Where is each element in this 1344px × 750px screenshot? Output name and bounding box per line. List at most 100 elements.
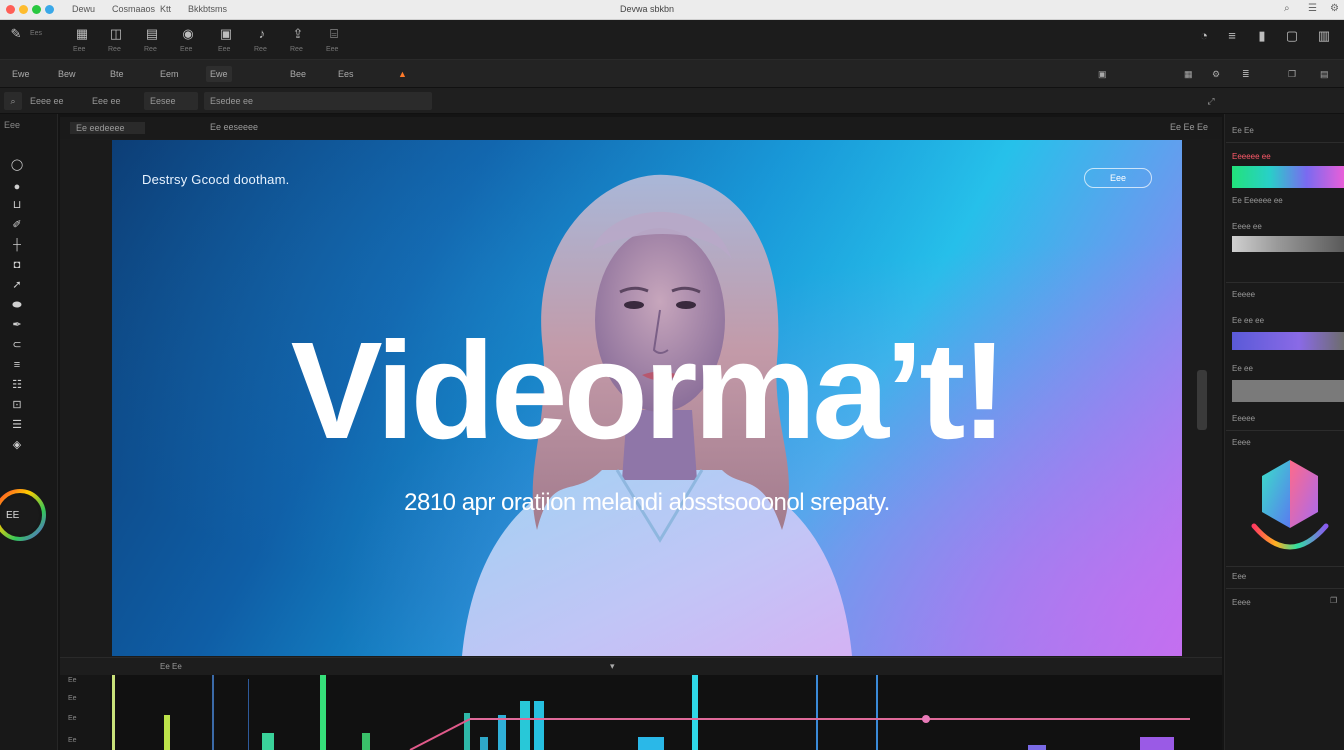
viewer-header: Ee eedeeee Ee eeseeee Ee Ee Ee (60, 117, 1222, 139)
secondary-toolbar: Ewe Bew Bte Eem Ewe Bee Ees ▲ ▣ ▦ ⚙ ≣ ❐ … (0, 60, 1344, 88)
shape-tool-icon[interactable]: ⬬ (8, 298, 26, 312)
track-label-1: Ee (68, 677, 77, 684)
stack-tool-icon[interactable]: ☰ (8, 418, 26, 432)
frame-top-label: Destrsy Gcocd dootham. (142, 172, 290, 187)
row2-button-3[interactable]: Bte (106, 66, 128, 82)
row2-button-5[interactable]: Ewe (206, 66, 232, 82)
link-tool-icon[interactable]: ⊂ (8, 338, 26, 352)
title-bar: Dewu Cosmaaos Ktt Bkkbtsms Devwa sbkbn ⌕… (0, 0, 1344, 20)
copy-icon[interactable]: ❐ (1330, 596, 1337, 605)
inspector-section-1: Ee Ee (1232, 126, 1254, 135)
viewer-zoom[interactable]: Ee Ee Ee (1170, 122, 1208, 132)
panel-toggle-icon[interactable]: ▤ (1316, 66, 1333, 82)
circle-tool-icon[interactable]: ◯ (8, 158, 26, 172)
fire-icon[interactable]: ▲ (394, 66, 411, 82)
menu-item-2[interactable]: Cosmaaos (112, 4, 155, 14)
inspector-section-4: Eeeee (1232, 414, 1256, 423)
playhead-icon[interactable]: ▾ (610, 661, 615, 672)
bracket-tool-icon[interactable]: ⊔ (8, 198, 26, 212)
row2-button-1[interactable]: Ewe (8, 66, 34, 82)
camera-icon[interactable]: ◉ (180, 26, 196, 42)
text-tool-icon[interactable]: ≡ (8, 358, 26, 372)
menu-item-4[interactable]: Bkkbtsms (188, 4, 227, 14)
row2-button-4[interactable]: Eem (156, 66, 183, 82)
inspector-section-5: Eeee (1232, 438, 1251, 447)
deliver-icon[interactable]: ⌸ (326, 26, 342, 42)
list-icon[interactable]: ≡ (1224, 28, 1240, 44)
main-toolbar: ✎ Ees ▦ Eee ◫ Ree ▤ Ree ◉ Eee ▣ Eee ♪ Re… (0, 20, 1344, 60)
settings-icon[interactable]: ⚙ (1330, 3, 1339, 14)
frame-action-button[interactable]: Eee (1084, 168, 1152, 188)
inspector-section-3: Ee ee (1232, 364, 1253, 373)
menu-icon[interactable]: ☰ (1308, 3, 1317, 14)
minimize-window-button[interactable] (19, 5, 28, 14)
inspector-row-2: Ee Eeeeee ee (1232, 196, 1283, 205)
ruler-tool-icon[interactable]: ┼ (8, 238, 26, 252)
fullscreen-window-button[interactable] (45, 5, 54, 14)
color-icon[interactable]: ▣ (218, 26, 234, 42)
row2-button-6[interactable]: Bee (286, 66, 310, 82)
mask-tool-icon[interactable]: ◘ (8, 258, 26, 272)
close-window-button[interactable] (6, 5, 15, 14)
field-2[interactable]: Eee ee (86, 92, 140, 110)
arrow-tool-icon[interactable]: ➚ (8, 278, 26, 292)
purple-slider[interactable] (1232, 332, 1344, 350)
frame-icon[interactable]: ▣ (1094, 66, 1111, 82)
search-input[interactable]: Eeee ee (24, 92, 84, 110)
field-3[interactable]: Eesee (144, 92, 198, 110)
right-inspector-panel (1224, 114, 1344, 750)
video-frame[interactable]: Destrsy Gcocd dootham. Eee Videorma’t! 2… (112, 140, 1182, 656)
search-icon[interactable]: ⌕ (4, 92, 22, 110)
blob-tool-icon[interactable]: ● (8, 180, 26, 194)
zoom-window-button[interactable] (32, 5, 41, 14)
track-label-2: Ee (68, 695, 77, 702)
row2-button-7[interactable]: Ees (334, 66, 358, 82)
viewer-scrollbar[interactable] (1197, 370, 1207, 430)
timeline-track-headers: Ee Ee Ee Ee (60, 675, 110, 750)
expand-icon[interactable]: ⤢ (1202, 92, 1220, 110)
timeline-graph (112, 675, 1190, 750)
frame-subline: 2810 apr oratiion melandi absstsooonol s… (404, 489, 890, 516)
gray-slider-2[interactable] (1232, 380, 1344, 402)
clip-name-field[interactable]: Esedee ee (204, 92, 432, 110)
list-tool-icon[interactable]: ☷ (8, 378, 26, 392)
brush-tool-icon[interactable]: ✐ (8, 218, 26, 232)
film-icon[interactable]: ▤ (144, 26, 160, 42)
grid-icon[interactable]: ▦ (74, 26, 90, 42)
color-wheel[interactable]: EE (0, 484, 48, 546)
color-cube-icon[interactable] (1248, 456, 1332, 560)
tool-label: Ees (30, 30, 43, 37)
box-tool-icon[interactable]: ⊡ (8, 398, 26, 412)
copy-icon[interactable]: ❐ (1284, 66, 1300, 82)
track-label-4: Ee (68, 737, 77, 744)
pen-tool-icon[interactable]: ✒ (8, 318, 26, 332)
list-view-icon[interactable]: ≣ (1238, 66, 1254, 82)
gray-slider[interactable] (1232, 236, 1344, 252)
bookmark-icon[interactable]: ▮ (1254, 28, 1270, 44)
divider (1226, 430, 1344, 431)
tool-label: Eee (326, 46, 339, 53)
tool-label: Ree (290, 46, 303, 53)
grid-view-icon[interactable]: ▦ (1180, 66, 1197, 82)
timeline-tracks[interactable] (60, 675, 1222, 750)
user-icon[interactable]: ◔ (1196, 28, 1212, 44)
gear-icon[interactable]: ⚙ (1208, 66, 1224, 82)
row2-button-2[interactable]: Bew (54, 66, 80, 82)
menu-item-1[interactable]: Dewu (72, 4, 95, 14)
viewer-tab[interactable]: Ee eedeeee (70, 122, 145, 134)
inspector-section-7: Eeee (1232, 598, 1251, 607)
export-icon[interactable]: ⇪ (290, 26, 306, 42)
menu-item-3[interactable]: Ktt (160, 4, 171, 14)
layers-icon[interactable]: ◫ (108, 26, 124, 42)
rainbow-swatch[interactable] (1232, 166, 1344, 188)
eye-tool-icon[interactable]: ◈ (8, 438, 26, 452)
window-icon[interactable]: ▢ (1284, 28, 1300, 44)
pen-icon[interactable]: ✎ (8, 26, 24, 42)
audio-icon[interactable]: ♪ (254, 26, 270, 42)
tool-label: Ree (254, 46, 267, 53)
inspector-row-4: Ee ee ee (1232, 316, 1265, 325)
rail-header: Eee (4, 120, 21, 130)
browser-bar: ⌕ Eeee ee Eee ee Eesee Esedee ee ⤢ (0, 88, 1344, 114)
panel-icon[interactable]: ▥ (1316, 28, 1332, 44)
search-icon[interactable]: ⌕ (1284, 3, 1290, 14)
